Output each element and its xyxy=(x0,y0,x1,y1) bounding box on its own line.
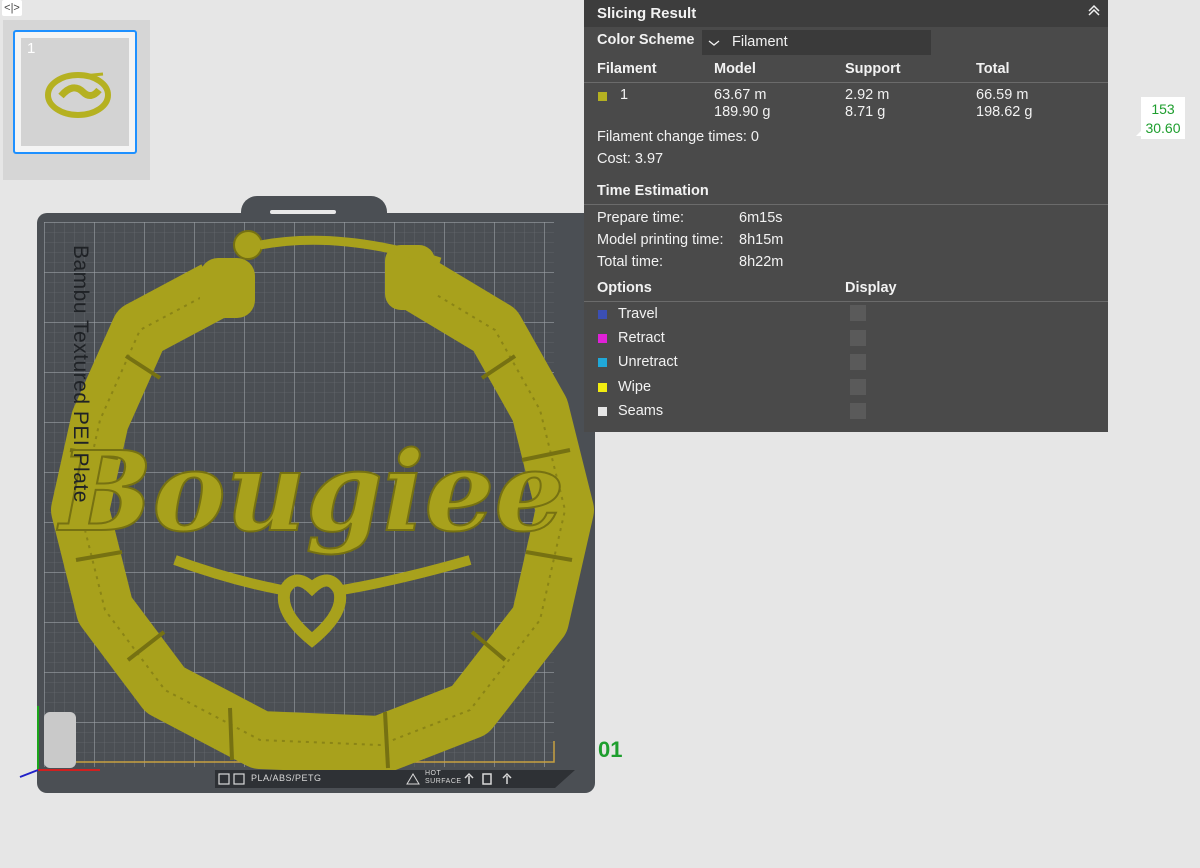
layer-number: 153 xyxy=(1151,101,1175,117)
layer-height: 30.60 xyxy=(1145,120,1181,136)
prepare-time-value: 6m15s xyxy=(739,210,783,226)
model-length: 63.67 m xyxy=(714,87,767,103)
support-weight: 8.71 g xyxy=(845,104,886,120)
support-column-header: Support xyxy=(845,61,901,77)
options-divider xyxy=(584,301,1108,302)
filament-id: 1 xyxy=(620,87,629,103)
support-length: 2.92 m xyxy=(845,87,890,103)
total-time-value: 8h22m xyxy=(739,254,784,270)
plate-number: 01 xyxy=(598,737,623,762)
unretract-color-swatch xyxy=(598,358,607,367)
model-printing-time-label: Model printing time: xyxy=(597,232,724,248)
filament-type-text: PLA/ABS/PETG xyxy=(251,773,322,783)
layer-slider-tag[interactable]: 153 30.60 xyxy=(1141,97,1185,139)
hot-surface-text-line1: HOT xyxy=(425,770,442,777)
retract-color-swatch xyxy=(598,334,607,343)
travel-color-swatch xyxy=(598,310,607,319)
total-time-label: Total time: xyxy=(597,254,664,270)
option-travel-label: Travel xyxy=(618,306,658,322)
travel-display-checkbox[interactable] xyxy=(850,305,866,321)
filament-color-swatch xyxy=(598,92,607,101)
option-unretract-label: Unretract xyxy=(618,354,678,370)
color-scheme-value: Filament xyxy=(732,34,788,50)
seams-display-checkbox[interactable] xyxy=(850,403,866,419)
filament-column-header: Filament xyxy=(597,61,657,77)
chevron-down-icon xyxy=(708,40,720,46)
color-scheme-label: Color Scheme xyxy=(597,32,695,48)
unretract-display-checkbox[interactable] xyxy=(850,354,866,370)
option-seams-label: Seams xyxy=(618,403,664,419)
total-weight: 198.62 g xyxy=(976,104,1033,120)
plate-info-strip: PLA/ABS/PETG HOT SURFACE xyxy=(215,770,575,788)
prepare-time-label: Prepare time: xyxy=(597,210,685,226)
time-divider xyxy=(584,204,1108,205)
total-column-header: Total xyxy=(976,61,1010,77)
cost-value: Cost: 3.97 xyxy=(597,151,664,167)
option-wipe-label: Wipe xyxy=(618,379,652,395)
collapse-chevron-icon[interactable] xyxy=(1086,2,1102,18)
option-retract-label: Retract xyxy=(618,330,665,346)
color-scheme-dropdown[interactable]: Filament xyxy=(702,30,931,55)
model-script-text: Bougiee xyxy=(57,427,565,556)
layer-slider-tag-pointer xyxy=(1136,130,1142,136)
hot-surface-text-line2: SURFACE xyxy=(425,778,462,785)
model-column-header: Model xyxy=(714,61,756,77)
model-weight: 189.90 g xyxy=(714,104,771,120)
display-title: Display xyxy=(845,280,897,296)
total-length: 66.59 m xyxy=(976,87,1029,103)
seams-color-swatch xyxy=(598,407,607,416)
table-divider xyxy=(584,82,1108,83)
time-estimation-title: Time Estimation xyxy=(597,183,709,199)
filament-change-times: Filament change times: 0 xyxy=(597,129,759,145)
model-printing-time-value: 8h15m xyxy=(739,232,784,248)
slicing-result-title: Slicing Result xyxy=(597,5,697,22)
slicing-result-panel: Slicing Result Color Scheme Filament Fil… xyxy=(584,0,1108,432)
wipe-color-swatch xyxy=(598,383,607,392)
plate-type-label: Bambu Textured PEI Plate xyxy=(69,245,92,503)
wipe-display-checkbox[interactable] xyxy=(850,379,866,395)
options-title: Options xyxy=(597,280,652,296)
retract-display-checkbox[interactable] xyxy=(850,330,866,346)
